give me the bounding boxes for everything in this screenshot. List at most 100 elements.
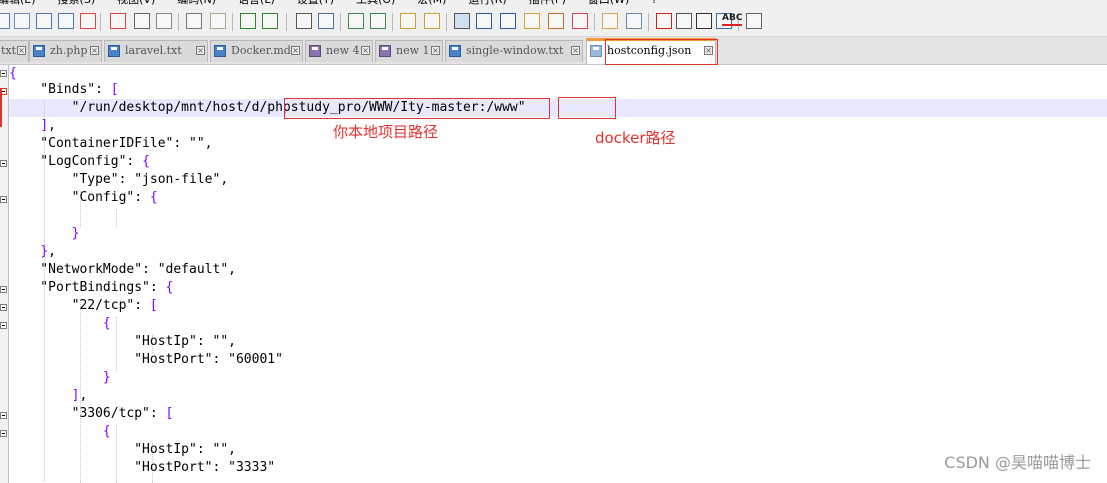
code-line: "Type": "json-file", bbox=[9, 172, 229, 187]
fold-collapse-icon[interactable] bbox=[0, 70, 7, 77]
close-all-icon[interactable] bbox=[110, 13, 126, 29]
indent-guide bbox=[116, 209, 117, 227]
menu-item[interactable]: 编辑(E) bbox=[0, 0, 36, 6]
menu-item[interactable]: 设置(T) bbox=[297, 0, 334, 6]
fold-collapse-icon[interactable] bbox=[0, 286, 7, 293]
fold-collapse-icon[interactable] bbox=[0, 304, 7, 311]
zoom-in-icon[interactable] bbox=[348, 13, 364, 29]
toolbar-separator bbox=[232, 13, 233, 31]
toolbar-separator bbox=[446, 13, 447, 31]
tab-close-icon[interactable]: × bbox=[361, 46, 370, 55]
zoom-out-icon[interactable] bbox=[370, 13, 386, 29]
user-lang-icon[interactable] bbox=[524, 13, 540, 29]
tab-close-icon[interactable]: × bbox=[291, 46, 300, 55]
close-icon[interactable] bbox=[80, 13, 96, 29]
toolbar-separator bbox=[100, 13, 101, 31]
stop-macro-icon[interactable] bbox=[676, 13, 692, 29]
menu-item[interactable]: 插件(P) bbox=[529, 0, 566, 6]
menu-item[interactable]: 语言(L) bbox=[238, 0, 275, 6]
fold-collapse-icon[interactable] bbox=[0, 160, 7, 167]
menu-item[interactable]: 搜索(S) bbox=[58, 0, 96, 6]
undo-icon[interactable] bbox=[240, 13, 256, 29]
fold-collapse-icon[interactable] bbox=[0, 430, 7, 437]
save-macro-icon[interactable] bbox=[746, 13, 762, 29]
doc-map-icon[interactable] bbox=[548, 13, 564, 29]
menu-item[interactable]: 运行(R) bbox=[468, 0, 506, 6]
copy-icon[interactable] bbox=[186, 13, 202, 29]
code-bracket: { bbox=[142, 154, 150, 169]
fold-collapse-icon[interactable] bbox=[0, 88, 7, 95]
tab-close-icon[interactable]: × bbox=[90, 46, 99, 55]
code-line: "HostPort": "60001" bbox=[9, 352, 283, 367]
cut-icon[interactable] bbox=[156, 13, 172, 29]
menu-item[interactable]: 视图(V) bbox=[117, 0, 155, 6]
redo-icon[interactable] bbox=[262, 13, 278, 29]
tab-new-1[interactable]: new 1 × bbox=[375, 40, 443, 62]
record-macro-icon[interactable] bbox=[656, 13, 672, 29]
monitoring-icon[interactable] bbox=[626, 13, 642, 29]
toolbar-separator bbox=[178, 13, 179, 31]
toolbar-separator bbox=[340, 13, 341, 31]
save-icon[interactable] bbox=[36, 13, 52, 29]
code-line: ], bbox=[9, 117, 56, 135]
tab-docker-md[interactable]: Docker.md × bbox=[210, 40, 303, 62]
paste-icon[interactable] bbox=[210, 13, 226, 29]
saved-file-icon bbox=[214, 45, 226, 57]
function-list-icon[interactable] bbox=[572, 13, 588, 29]
tab-close-icon[interactable]: × bbox=[704, 46, 713, 55]
code-line: "Binds": [ bbox=[9, 81, 119, 99]
code-line: } bbox=[9, 225, 80, 243]
menu-item[interactable]: 宏(M) bbox=[417, 0, 446, 6]
fold-collapse-icon[interactable] bbox=[0, 412, 7, 419]
tab-label: Docker.md bbox=[231, 44, 291, 57]
print-icon[interactable] bbox=[134, 13, 150, 29]
sync-vertical-icon[interactable] bbox=[400, 13, 416, 29]
code-editor[interactable]: { "Binds": [ "/run/desktop/mnt/host/d/ph… bbox=[0, 65, 1107, 483]
menu-item[interactable]: ? bbox=[651, 0, 657, 6]
code-line: ], bbox=[9, 387, 88, 405]
tab-single-window-txt[interactable]: single-window.txt × bbox=[445, 40, 583, 62]
open-file-icon[interactable] bbox=[14, 13, 30, 29]
menu-item[interactable]: 窗口(W) bbox=[588, 0, 629, 6]
replace-icon[interactable] bbox=[318, 13, 334, 29]
tab-zh-php[interactable]: zh.php × bbox=[29, 40, 102, 62]
find-icon[interactable] bbox=[296, 13, 312, 29]
menu-item[interactable]: 工具(O) bbox=[356, 0, 395, 6]
saved-file-icon bbox=[449, 45, 461, 57]
tab-label: new 1 bbox=[396, 44, 430, 57]
folder-workspace-icon[interactable] bbox=[602, 13, 618, 29]
tab-close-icon[interactable]: × bbox=[431, 46, 440, 55]
tab-label: laravel.txt bbox=[125, 44, 182, 57]
tab-txt[interactable]: txt × bbox=[0, 40, 29, 62]
fold-collapse-icon[interactable] bbox=[0, 322, 7, 329]
toolbar-separator bbox=[392, 13, 393, 31]
code-line: }, bbox=[9, 243, 56, 261]
code-line: "HostIp": "", bbox=[9, 442, 236, 457]
tab-hostconfig-json[interactable]: hostconfig.json × bbox=[586, 38, 716, 64]
tab-close-icon[interactable]: × bbox=[17, 46, 26, 55]
save-all-icon[interactable] bbox=[58, 13, 74, 29]
code-bracket: [ bbox=[110, 82, 119, 97]
tab-close-icon[interactable]: × bbox=[196, 46, 205, 55]
fold-collapse-icon[interactable] bbox=[0, 196, 7, 203]
code-line: "ContainerIDFile": "", bbox=[9, 136, 213, 151]
toolbar-separator bbox=[648, 13, 649, 31]
unsaved-file-icon bbox=[309, 45, 321, 57]
play-macro-icon[interactable] bbox=[696, 13, 712, 29]
menu-item[interactable]: 编码(N) bbox=[177, 0, 216, 6]
code-line: "LogConfig": { bbox=[9, 153, 150, 171]
indent-guide-icon[interactable] bbox=[500, 13, 516, 29]
tab-laravel-txt[interactable]: laravel.txt × bbox=[104, 40, 208, 62]
word-wrap-icon[interactable] bbox=[454, 13, 470, 29]
sync-horizontal-icon[interactable] bbox=[424, 13, 440, 29]
tab-close-icon[interactable]: × bbox=[571, 46, 580, 55]
tab-new-4[interactable]: new 4 × bbox=[305, 40, 373, 62]
saved-file-icon bbox=[108, 45, 120, 57]
new-file-icon[interactable] bbox=[0, 13, 10, 29]
code-key: "22/tcp": bbox=[9, 298, 150, 313]
spell-check-icon[interactable]: ABC bbox=[722, 12, 743, 26]
saved-file-icon bbox=[33, 45, 45, 57]
show-all-chars-icon[interactable] bbox=[476, 13, 492, 29]
